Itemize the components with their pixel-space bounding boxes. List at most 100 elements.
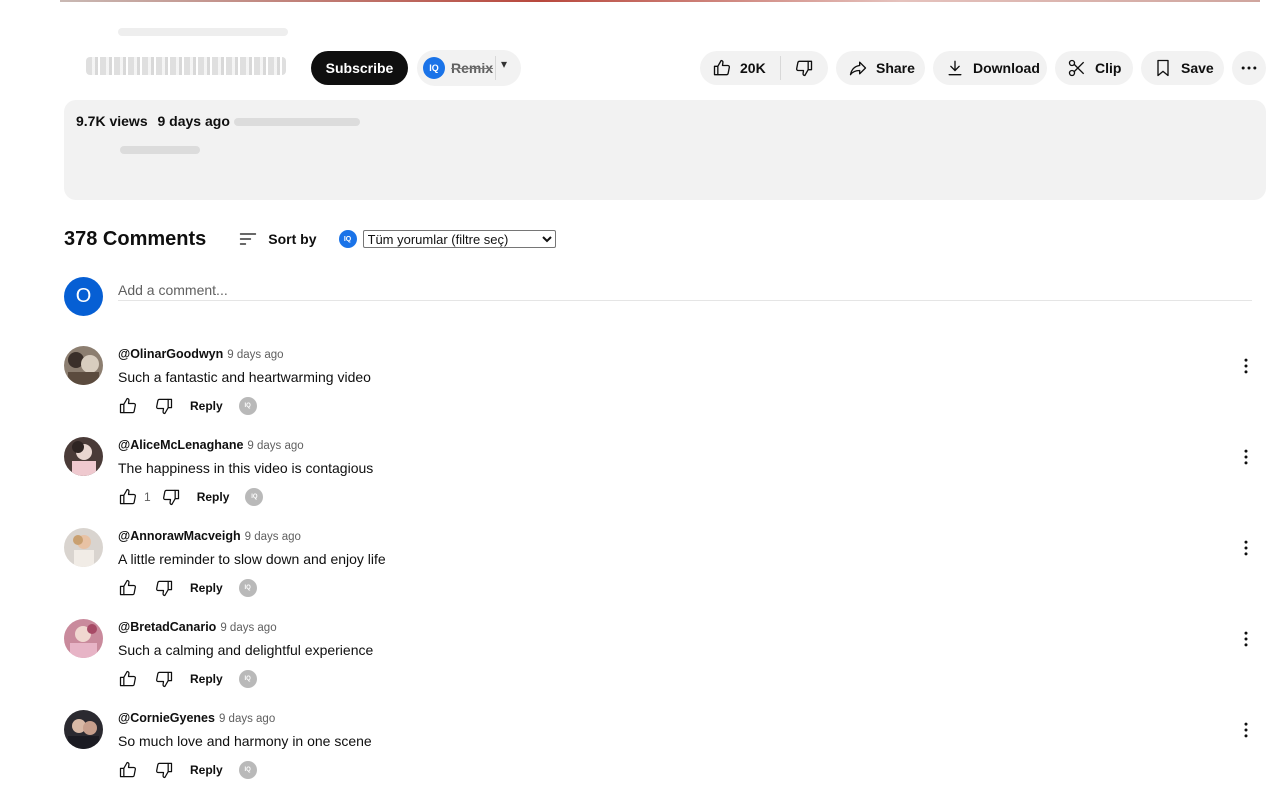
- blurred-text: [118, 28, 288, 36]
- comment-time[interactable]: 9 days ago: [245, 531, 301, 543]
- comment-more-button[interactable]: [1236, 720, 1256, 740]
- avatar[interactable]: [64, 437, 103, 476]
- add-comment-input[interactable]: [118, 279, 1252, 301]
- description-box[interactable]: 9.7K views 9 days ago: [64, 100, 1266, 200]
- subscribe-button[interactable]: Subscribe: [311, 51, 408, 85]
- like-dislike-group: 20K: [700, 51, 828, 85]
- comment-like-button[interactable]: [118, 578, 144, 598]
- comment-actions: Reply IQ: [118, 576, 257, 600]
- view-count: 9.7K views: [76, 113, 148, 129]
- download-label: Download: [973, 60, 1040, 76]
- avatar[interactable]: [64, 619, 103, 658]
- iq-icon: IQ: [338, 230, 357, 248]
- iq-icon[interactable]: IQ: [238, 670, 257, 688]
- comment-dislike-button[interactable]: [154, 669, 174, 689]
- iq-icon[interactable]: IQ: [238, 761, 257, 779]
- comment-dislike-button[interactable]: [161, 487, 181, 507]
- more-horizontal-icon: [1241, 66, 1257, 70]
- video-meta: 9.7K views 9 days ago: [76, 113, 230, 129]
- blurred-text: [234, 118, 360, 126]
- comment-more-button[interactable]: [1236, 447, 1256, 467]
- reply-button[interactable]: Reply: [190, 672, 223, 686]
- sort-by-button[interactable]: Sort by: [238, 229, 317, 249]
- comment-header: @BretadCanario 9 days ago: [118, 620, 277, 634]
- reply-button[interactable]: Reply: [190, 763, 223, 777]
- comment-like-button[interactable]: [118, 760, 144, 780]
- add-comment-row: O: [64, 277, 1254, 317]
- reply-button[interactable]: Reply: [197, 490, 230, 504]
- thumbs-down-icon: [156, 398, 173, 415]
- more-vertical-icon: [1244, 358, 1248, 374]
- share-arrow-icon: [849, 61, 867, 76]
- more-actions-button[interactable]: [1232, 51, 1266, 85]
- comment-dislike-button[interactable]: [154, 396, 174, 416]
- comment-time[interactable]: 9 days ago: [227, 349, 283, 361]
- comment-item: @BretadCanario 9 days ago Such a calming…: [64, 619, 1264, 707]
- comments-count: 378 Comments: [64, 227, 207, 250]
- dislike-button[interactable]: [781, 51, 827, 85]
- comment-time[interactable]: 9 days ago: [220, 622, 276, 634]
- comment-text: A little reminder to slow down and enjoy…: [118, 551, 386, 567]
- iq-icon: IQ: [423, 57, 445, 79]
- thumbs-up-icon: [119, 670, 136, 687]
- clip-button[interactable]: Clip: [1055, 51, 1133, 85]
- avatar[interactable]: O: [64, 277, 103, 316]
- comment-author[interactable]: @CornieGyenes: [118, 711, 215, 725]
- thumbs-down-icon: [795, 60, 813, 77]
- comment-dislike-button[interactable]: [154, 578, 174, 598]
- comment-author[interactable]: @AliceMcLenaghane: [118, 438, 243, 452]
- comment-text: So much love and harmony in one scene: [118, 733, 372, 749]
- comment-more-button[interactable]: [1236, 356, 1256, 376]
- comment-text: The happiness in this video is contagiou…: [118, 460, 374, 476]
- reply-button[interactable]: Reply: [190, 581, 223, 595]
- avatar[interactable]: [64, 346, 103, 385]
- upload-date: 9 days ago: [157, 113, 230, 129]
- comment-text: Such a calming and delightful experience: [118, 642, 374, 658]
- comment-like-button[interactable]: [118, 396, 144, 416]
- save-label: Save: [1181, 60, 1214, 76]
- more-vertical-icon: [1244, 449, 1248, 465]
- reply-button[interactable]: Reply: [190, 399, 223, 413]
- comment-time[interactable]: 9 days ago: [247, 440, 303, 452]
- iq-icon[interactable]: IQ: [238, 579, 257, 597]
- scissors-icon: [1068, 59, 1085, 77]
- comment-like-count: 1: [144, 490, 151, 504]
- save-button[interactable]: Save: [1141, 51, 1224, 85]
- remix-label: Remix: [451, 60, 494, 76]
- comment-more-button[interactable]: [1236, 629, 1256, 649]
- chevron-down-icon[interactable]: ▾: [501, 57, 507, 71]
- download-icon: [948, 60, 962, 76]
- comment-more-button[interactable]: [1236, 538, 1256, 558]
- comment-like-button[interactable]: 1: [118, 487, 151, 507]
- blurred-text: [120, 146, 200, 154]
- comment-item: @AliceMcLenaghane 9 days ago The happine…: [64, 437, 1264, 525]
- comment-actions: Reply IQ: [118, 758, 257, 782]
- video-player-edge: [60, 0, 1260, 2]
- iq-icon[interactable]: IQ: [238, 397, 257, 415]
- remix-button[interactable]: IQ Remix ▾: [417, 50, 521, 86]
- comment-author[interactable]: @AnnorawMacveigh: [118, 529, 241, 543]
- comment-header: @AliceMcLenaghane 9 days ago: [118, 438, 304, 452]
- comment-author[interactable]: @BretadCanario: [118, 620, 216, 634]
- thumbs-up-icon: [713, 59, 731, 76]
- comment-author[interactable]: @OlinarGoodwyn: [118, 347, 223, 361]
- thumbs-down-icon: [156, 580, 173, 597]
- avatar[interactable]: [64, 528, 103, 567]
- avatar[interactable]: [64, 710, 103, 749]
- comment-filter-select[interactable]: Tüm yorumlar (filtre seç): [362, 230, 556, 248]
- comment-header: @OlinarGoodwyn 9 days ago: [118, 347, 284, 361]
- comment-actions: Reply IQ: [118, 667, 257, 691]
- sort-by-label: Sort by: [268, 231, 317, 247]
- comment-like-button[interactable]: [118, 669, 144, 689]
- more-vertical-icon: [1244, 540, 1248, 556]
- download-button[interactable]: Download: [933, 51, 1047, 85]
- thumbs-down-icon: [156, 671, 173, 688]
- like-button[interactable]: 20K: [700, 51, 780, 85]
- comment-time[interactable]: 9 days ago: [219, 713, 275, 725]
- channel-name-blurred[interactable]: [86, 57, 286, 75]
- comment-item: @OlinarGoodwyn 9 days ago Such a fantast…: [64, 346, 1264, 434]
- iq-icon[interactable]: IQ: [245, 488, 264, 506]
- comment-dislike-button[interactable]: [154, 760, 174, 780]
- share-button[interactable]: Share: [836, 51, 925, 85]
- video-watch-page: Subscribe IQ Remix ▾ 20K Share Download: [0, 0, 1280, 794]
